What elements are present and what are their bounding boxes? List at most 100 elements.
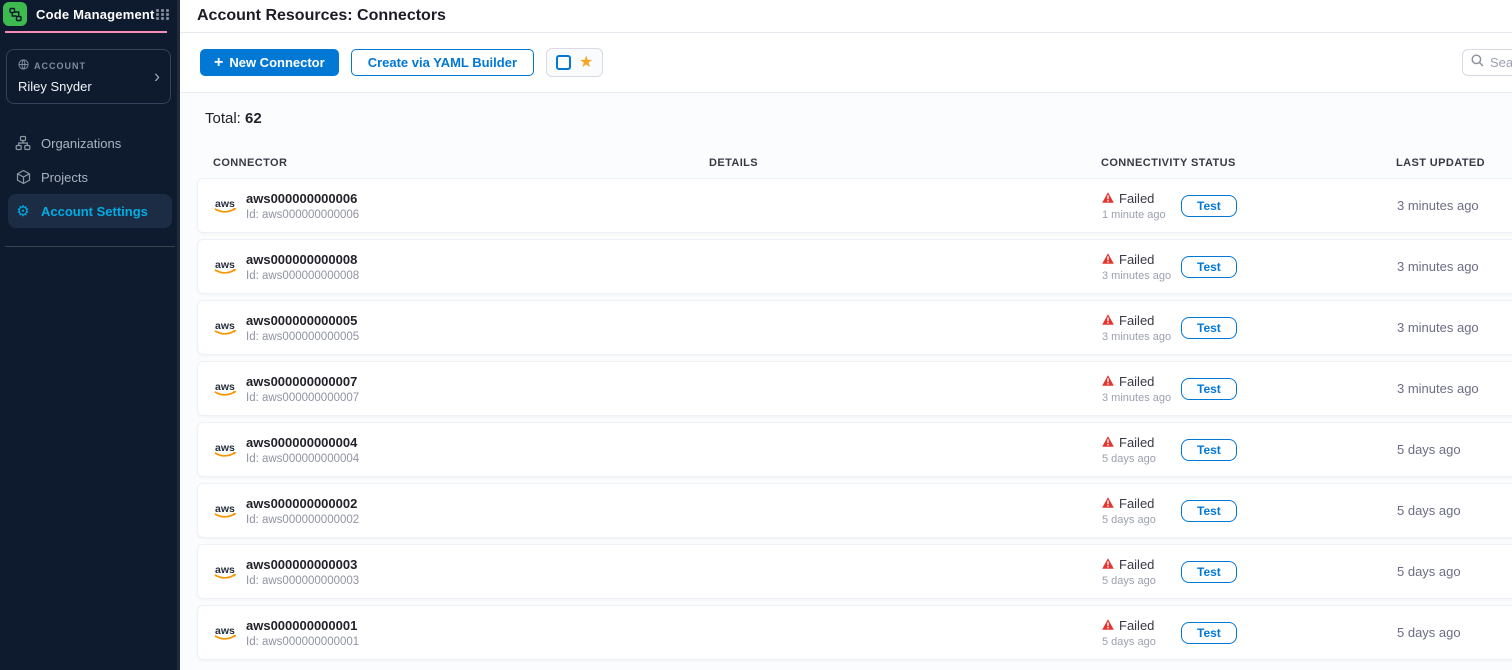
aws-logo-icon: aws [214, 319, 239, 337]
favorites-filter-group: ★ [546, 48, 603, 77]
test-button[interactable]: Test [1181, 378, 1237, 400]
status-time: 5 days ago [1102, 575, 1181, 587]
nav-divider [5, 246, 175, 247]
last-updated: 5 days ago [1397, 503, 1512, 518]
last-updated: 3 minutes ago [1397, 198, 1512, 213]
warning-triangle-icon [1102, 618, 1114, 633]
connector-row[interactable]: aws aws000000000008 Id: aws000000000008 [197, 239, 1512, 294]
warning-triangle-icon [1102, 313, 1114, 328]
connector-row[interactable]: aws aws000000000005 Id: aws000000000005 [197, 300, 1512, 355]
connector-id: Id: aws000000000008 [246, 270, 359, 282]
connectivity-status: Failed 5 days ago [1102, 435, 1181, 465]
test-button[interactable]: Test [1181, 439, 1237, 461]
pink-accent-divider [5, 31, 167, 33]
new-connector-button[interactable]: + New Connector [200, 49, 339, 76]
code-management-logo-icon [3, 2, 27, 26]
test-button[interactable]: Test [1181, 561, 1237, 583]
connectivity-status: Failed 3 minutes ago [1102, 313, 1181, 343]
status-time: 5 days ago [1102, 453, 1181, 465]
connector-name: aws000000000001 [246, 618, 359, 633]
connectivity-status: Failed 3 minutes ago [1102, 252, 1181, 282]
test-button[interactable]: Test [1181, 317, 1237, 339]
sidebar-item-projects[interactable]: Projects [8, 160, 172, 194]
account-selector[interactable]: ACCOUNT Riley Snyder › [6, 49, 171, 104]
aws-logo-icon: aws [214, 563, 239, 581]
cube-icon [15, 169, 31, 185]
status-label: Failed [1119, 191, 1154, 206]
last-updated: 3 minutes ago [1397, 381, 1512, 396]
connector-name: aws000000000002 [246, 496, 359, 511]
test-button[interactable]: Test [1181, 195, 1237, 217]
svg-text:aws: aws [215, 320, 235, 332]
gear-icon: ⚙ [15, 204, 31, 219]
sidebar: Code Management ACCOUNT Riley Snyder › [0, 0, 180, 670]
test-button[interactable]: Test [1181, 256, 1237, 278]
warning-triangle-icon [1102, 435, 1114, 450]
sidebar-nav: Organizations Projects ⚙ Account Setting… [0, 126, 180, 247]
app-launcher-grid-icon[interactable] [156, 9, 170, 20]
last-updated: 5 days ago [1397, 564, 1512, 579]
test-button[interactable]: Test [1181, 500, 1237, 522]
connector-row[interactable]: aws aws000000000006 Id: aws000000000006 [197, 178, 1512, 233]
sidebar-item-label: Account Settings [41, 204, 148, 219]
connectivity-status: Failed 5 days ago [1102, 496, 1181, 526]
page-title: Account Resources: Connectors [197, 7, 446, 25]
last-updated: 3 minutes ago [1397, 320, 1512, 335]
last-updated: 3 minutes ago [1397, 259, 1512, 274]
connector-row[interactable]: aws aws000000000007 Id: aws000000000007 [197, 361, 1512, 416]
svg-text:aws: aws [215, 259, 235, 271]
favorites-checkbox[interactable] [556, 55, 571, 70]
connector-row[interactable]: aws aws000000000001 Id: aws000000000001 [197, 605, 1512, 660]
sidebar-item-organizations[interactable]: Organizations [8, 126, 172, 160]
search-box [1462, 49, 1512, 76]
chevron-right-icon: › [154, 67, 160, 85]
column-header-last-updated: LAST UPDATED [1396, 157, 1512, 169]
toolbar: + New Connector Create via YAML Builder … [180, 33, 1512, 93]
connector-name: aws000000000005 [246, 313, 359, 328]
star-icon[interactable]: ★ [579, 55, 593, 71]
last-updated: 5 days ago [1397, 442, 1512, 457]
status-time: 5 days ago [1102, 636, 1181, 648]
app-logo-row: Code Management [0, 0, 180, 26]
sidebar-item-label: Projects [41, 170, 88, 185]
aws-logo-icon: aws [214, 441, 239, 459]
status-time: 3 minutes ago [1102, 331, 1181, 343]
status-time: 5 days ago [1102, 514, 1181, 526]
status-label: Failed [1119, 435, 1154, 450]
svg-text:aws: aws [215, 564, 235, 576]
test-button[interactable]: Test [1181, 622, 1237, 644]
table-header-row: CONNECTOR DETAILS CONNECTIVITY STATUS LA… [197, 157, 1512, 169]
svg-text:aws: aws [215, 503, 235, 515]
app-title: Code Management [36, 7, 155, 22]
sidebar-item-account-settings[interactable]: ⚙ Account Settings [8, 194, 172, 228]
warning-triangle-icon [1102, 252, 1114, 267]
connector-row[interactable]: aws aws000000000004 Id: aws000000000004 [197, 422, 1512, 477]
column-header-details: DETAILS [709, 157, 1101, 169]
svg-text:aws: aws [215, 442, 235, 454]
org-chart-icon [15, 135, 31, 151]
status-time: 3 minutes ago [1102, 392, 1181, 404]
svg-text:aws: aws [215, 198, 235, 210]
aws-logo-icon: aws [214, 502, 239, 520]
connectivity-status: Failed 1 minute ago [1102, 191, 1181, 221]
connectivity-status: Failed 5 days ago [1102, 618, 1181, 648]
status-label: Failed [1119, 618, 1154, 633]
connector-id: Id: aws000000000004 [246, 453, 359, 465]
search-input[interactable] [1490, 55, 1512, 70]
connector-id: Id: aws000000000002 [246, 514, 359, 526]
status-time: 3 minutes ago [1102, 270, 1181, 282]
status-label: Failed [1119, 252, 1154, 267]
connector-row[interactable]: aws aws000000000003 Id: aws000000000003 [197, 544, 1512, 599]
warning-triangle-icon [1102, 557, 1114, 572]
connectivity-status: Failed 3 minutes ago [1102, 374, 1181, 404]
connector-row[interactable]: aws aws000000000002 Id: aws000000000002 [197, 483, 1512, 538]
yaml-builder-button[interactable]: Create via YAML Builder [351, 49, 534, 76]
aws-logo-icon: aws [214, 380, 239, 398]
connector-id: Id: aws000000000007 [246, 392, 359, 404]
connector-list: aws aws000000000006 Id: aws000000000006 [180, 178, 1512, 660]
account-label: ACCOUNT [34, 61, 86, 71]
svg-text:aws: aws [215, 381, 235, 393]
connector-id: Id: aws000000000003 [246, 575, 359, 587]
status-label: Failed [1119, 374, 1154, 389]
column-header-connector: CONNECTOR [197, 157, 709, 169]
